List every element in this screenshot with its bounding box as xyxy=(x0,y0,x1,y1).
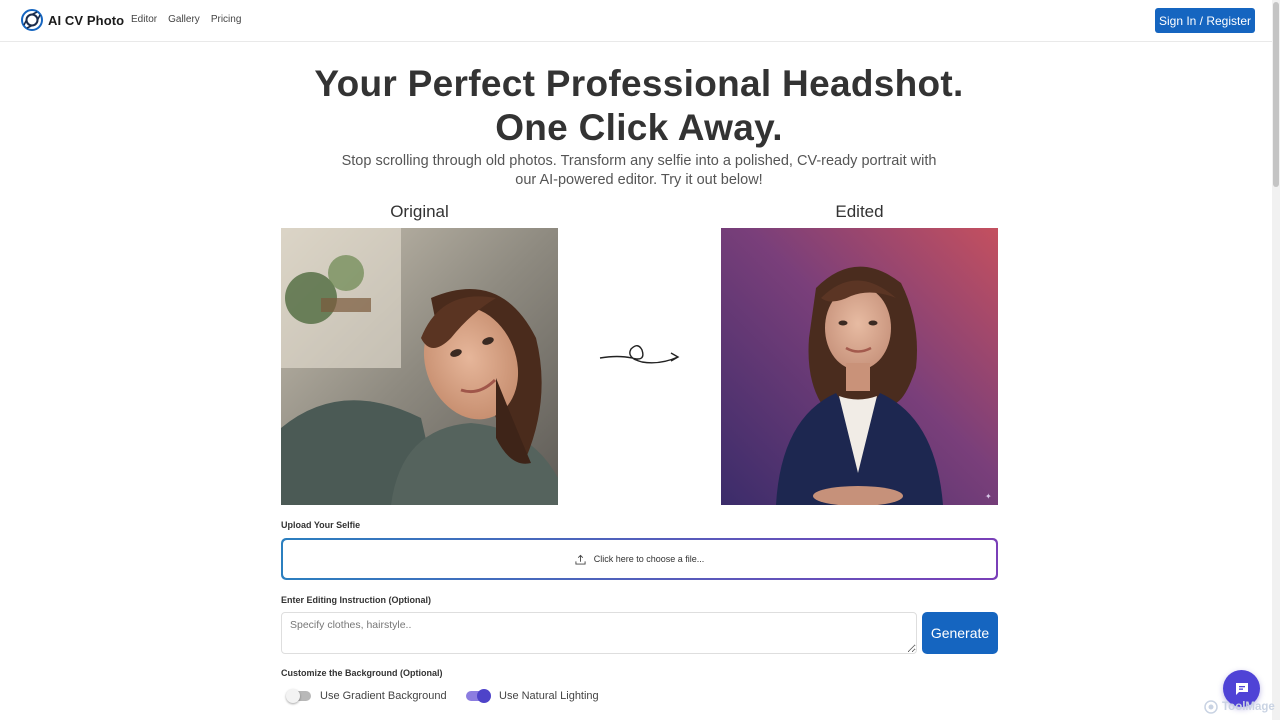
upload-icon xyxy=(575,554,586,565)
original-label: Original xyxy=(390,202,449,221)
instruction-label: Enter Editing Instruction (Optional) xyxy=(281,595,431,605)
nav-link-gallery[interactable]: Gallery xyxy=(168,14,200,25)
generate-button[interactable]: Generate xyxy=(922,612,998,654)
instruction-input[interactable] xyxy=(281,612,917,654)
nav-link-pricing[interactable]: Pricing xyxy=(211,14,242,25)
signin-button[interactable]: Sign In / Register xyxy=(1155,8,1255,33)
watermark-logo-icon xyxy=(1204,700,1218,714)
brand[interactable]: AI CV Photo xyxy=(21,9,124,31)
natural-lighting-toggle-row[interactable]: Use Natural Lighting xyxy=(466,689,599,703)
brand-name: AI CV Photo xyxy=(48,12,125,28)
curly-arrow-right-icon xyxy=(599,345,680,364)
watermark: ToolMage xyxy=(1204,700,1275,714)
gradient-background-label: Use Gradient Background xyxy=(320,690,447,702)
upload-dropzone[interactable]: Click here to choose a file... xyxy=(281,538,998,580)
natural-lighting-label: Use Natural Lighting xyxy=(499,690,599,702)
top-nav: AI CV Photo Editor Gallery Pricing Sign … xyxy=(0,0,1272,42)
gradient-background-toggle[interactable] xyxy=(286,689,311,703)
hero-subtitle: Stop scrolling through old photos. Trans… xyxy=(341,153,937,188)
hero-title-line2: One Click Away. xyxy=(495,107,783,148)
natural-lighting-toggle[interactable] xyxy=(466,689,491,703)
upload-label: Upload Your Selfie xyxy=(281,520,361,530)
nav-links: Editor Gallery Pricing xyxy=(131,14,241,25)
camera-aperture-icon xyxy=(21,9,43,31)
chat-icon xyxy=(1235,682,1248,695)
background-label: Customize the Background (Optional) xyxy=(281,668,443,678)
original-photo xyxy=(281,228,558,505)
watermark-text: ToolMage xyxy=(1222,701,1275,713)
hero-title: Your Perfect Professional Headshot. One … xyxy=(0,62,1278,150)
edited-label: Edited xyxy=(835,202,884,221)
sparkle-icon: ✦ xyxy=(985,492,992,501)
nav-link-editor[interactable]: Editor xyxy=(131,14,157,25)
edited-photo xyxy=(721,228,998,505)
hero-title-line1: Your Perfect Professional Headshot. xyxy=(314,63,964,104)
upload-prompt: Click here to choose a file... xyxy=(593,554,705,564)
gradient-toggle-row[interactable]: Use Gradient Background xyxy=(286,689,447,703)
